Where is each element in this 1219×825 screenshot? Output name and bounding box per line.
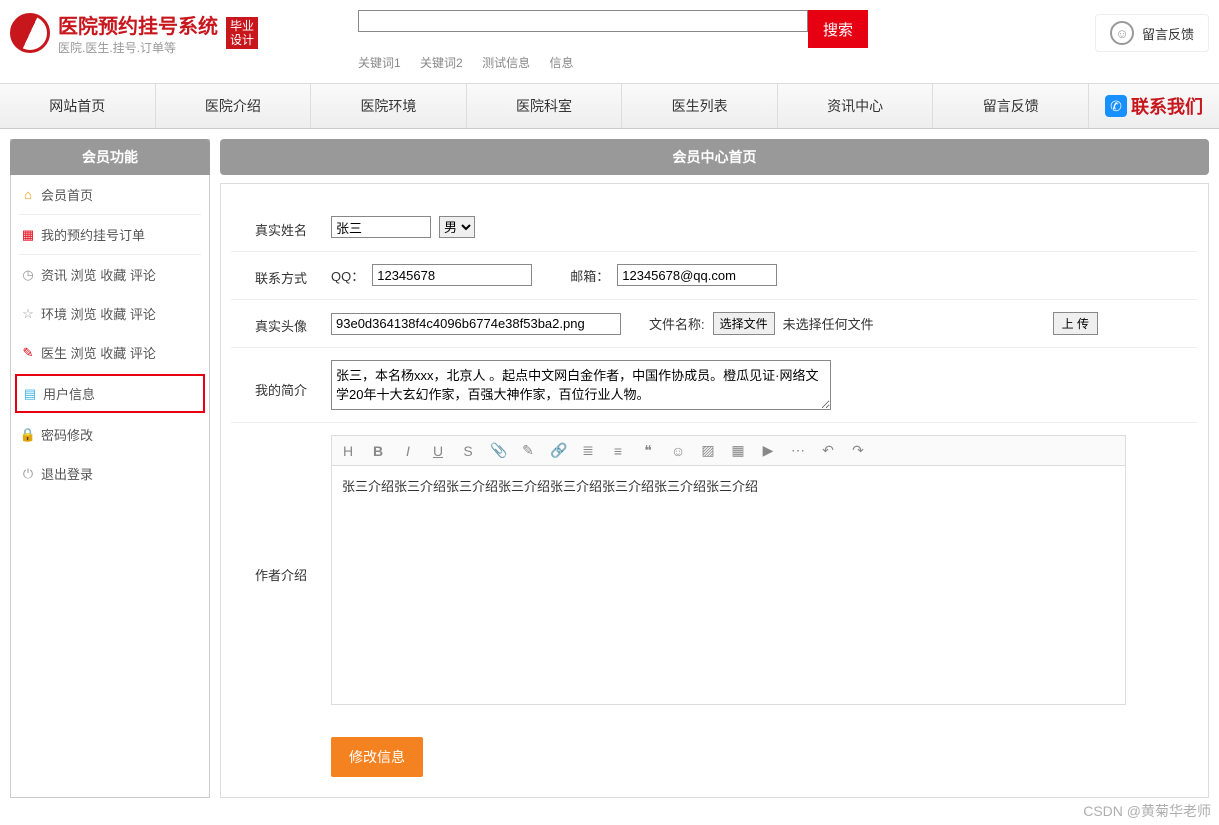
brush-icon[interactable]: ✎ bbox=[520, 442, 536, 459]
emoji-icon[interactable]: ☺ bbox=[670, 443, 686, 459]
nav-intro[interactable]: 医院介绍 bbox=[156, 84, 312, 128]
edit-icon: ✎ bbox=[21, 346, 35, 360]
row-author-intro: 作者介绍 H B I U S 📎 ✎ 🔗 ≣ ≡ ❝ ☺ bbox=[231, 423, 1198, 717]
label-qq: QQ： bbox=[331, 266, 364, 285]
sidebar-item-home[interactable]: ⌂ 会员首页 bbox=[11, 175, 209, 214]
sidebar-title: 会员功能 bbox=[10, 139, 210, 175]
grid-icon: ▦ bbox=[21, 228, 35, 242]
label-filename: 文件名称: bbox=[649, 314, 705, 333]
sidebar-item-doctor[interactable]: ✎ 医生 浏览 收藏 评论 bbox=[11, 333, 209, 372]
clock-icon: ◷ bbox=[21, 268, 35, 282]
align-icon[interactable]: ≡ bbox=[610, 443, 626, 459]
star-icon: ☆ bbox=[21, 307, 35, 321]
label-contact: 联系方式 bbox=[231, 264, 331, 287]
system-name: 医院预约挂号系统 bbox=[58, 10, 218, 39]
nav-dept[interactable]: 医院科室 bbox=[467, 84, 623, 128]
row-profile: 我的简介 张三，本名杨xxx，北京人 。起点中文网白金作者，中国作协成员。橙瓜见… bbox=[231, 348, 1198, 423]
input-qq[interactable] bbox=[372, 264, 532, 286]
textarea-profile[interactable]: 张三，本名杨xxx，北京人 。起点中文网白金作者，中国作协成员。橙瓜见证·网络文… bbox=[331, 360, 831, 410]
editor-toolbar: H B I U S 📎 ✎ 🔗 ≣ ≡ ❝ ☺ ▨ ▦ ▶ bbox=[331, 435, 1126, 465]
sidebar-item-userinfo[interactable]: ▤ 用户信息 bbox=[15, 374, 205, 413]
heading-icon[interactable]: H bbox=[340, 443, 356, 459]
list-icon[interactable]: ≣ bbox=[580, 442, 596, 459]
select-gender[interactable]: 男 bbox=[439, 216, 475, 238]
headset-icon: ☺ bbox=[1110, 21, 1134, 45]
row-realname: 真实姓名 男 bbox=[231, 204, 1198, 252]
input-avatar-file[interactable] bbox=[331, 313, 621, 335]
logo-icon bbox=[10, 13, 50, 53]
editor-content[interactable]: 张三介绍张三介绍张三介绍张三介绍张三介绍张三介绍张三介绍张三介绍 bbox=[331, 465, 1126, 705]
nav-home[interactable]: 网站首页 bbox=[0, 84, 156, 128]
more-icon[interactable]: ⋯ bbox=[790, 442, 806, 459]
label-realname: 真实姓名 bbox=[231, 216, 331, 239]
sidebar-item-password[interactable]: 🔒 密码修改 bbox=[11, 415, 209, 454]
input-realname[interactable] bbox=[331, 216, 431, 238]
italic-icon[interactable]: I bbox=[400, 443, 416, 459]
search-area: 搜索 关键词1 关键词2 测试信息 信息 bbox=[358, 10, 1095, 71]
label-avatar: 真实头像 bbox=[231, 312, 331, 335]
redo-icon[interactable]: ↷ bbox=[850, 442, 866, 459]
choose-file-button[interactable]: 选择文件 bbox=[713, 312, 775, 335]
attachment-icon[interactable]: 📎 bbox=[490, 442, 506, 459]
keywords: 关键词1 关键词2 测试信息 信息 bbox=[358, 54, 1095, 71]
keyword-link[interactable]: 信息 bbox=[549, 56, 573, 70]
row-avatar: 真实头像 文件名称: 选择文件 未选择任何文件 上 传 bbox=[231, 300, 1198, 348]
sidebar-item-env[interactable]: ☆ 环境 浏览 收藏 评论 bbox=[11, 294, 209, 333]
sidebar-item-logout[interactable]: ⏻ 退出登录 bbox=[11, 454, 209, 493]
phone-icon: ✆ bbox=[1105, 95, 1127, 117]
system-subtitle: 医院.医生.挂号.订单等 bbox=[58, 39, 218, 56]
nav-doctors[interactable]: 医生列表 bbox=[622, 84, 778, 128]
submit-button[interactable]: 修改信息 bbox=[331, 737, 423, 777]
navbar: 网站首页 医院介绍 医院环境 医院科室 医生列表 资讯中心 留言反馈 ✆ 联系我… bbox=[0, 83, 1219, 129]
keyword-link[interactable]: 测试信息 bbox=[482, 56, 530, 70]
link-icon[interactable]: 🔗 bbox=[550, 442, 566, 459]
undo-icon[interactable]: ↶ bbox=[820, 442, 836, 459]
feedback-button[interactable]: ☺ 留言反馈 bbox=[1095, 14, 1209, 52]
search-input[interactable] bbox=[358, 10, 808, 32]
video-icon[interactable]: ▶ bbox=[760, 442, 776, 459]
header: 医院预约挂号系统 医院.医生.挂号.订单等 毕业 设计 搜索 关键词1 关键词2… bbox=[0, 0, 1219, 71]
nav-feedback[interactable]: 留言反馈 bbox=[933, 84, 1089, 128]
label-email: 邮箱： bbox=[570, 266, 609, 285]
power-icon: ⏻ bbox=[21, 467, 35, 481]
badge: 毕业 设计 bbox=[226, 17, 258, 50]
keyword-link[interactable]: 关键词1 bbox=[358, 56, 401, 70]
no-file-text: 未选择任何文件 bbox=[783, 314, 874, 333]
sidebar-item-news[interactable]: ◷ 资讯 浏览 收藏 评论 bbox=[11, 255, 209, 294]
table-icon[interactable]: ▦ bbox=[730, 442, 746, 459]
label-profile: 我的简介 bbox=[231, 360, 331, 399]
search-button[interactable]: 搜索 bbox=[808, 10, 868, 48]
logo-area: 医院预约挂号系统 医院.医生.挂号.订单等 毕业 设计 bbox=[10, 10, 258, 56]
keyword-link[interactable]: 关键词2 bbox=[420, 56, 463, 70]
row-contact: 联系方式 QQ： 邮箱： bbox=[231, 252, 1198, 300]
sidebar-item-orders[interactable]: ▦ 我的预约挂号订单 bbox=[11, 215, 209, 254]
sidebar: 会员功能 ⌂ 会员首页 ▦ 我的预约挂号订单 ◷ 资讯 浏览 收藏 评论 ☆ 环… bbox=[10, 139, 210, 798]
lock-icon: 🔒 bbox=[21, 428, 35, 442]
home-icon: ⌂ bbox=[21, 188, 35, 202]
label-author-intro: 作者介绍 bbox=[231, 435, 331, 584]
bold-icon[interactable]: B bbox=[370, 443, 386, 459]
strike-icon[interactable]: S bbox=[460, 443, 476, 459]
main-content: 会员中心首页 真实姓名 男 联系方式 QQ： 邮箱： bbox=[220, 139, 1209, 798]
image-icon[interactable]: ▨ bbox=[700, 442, 716, 459]
input-email[interactable] bbox=[617, 264, 777, 286]
nav-news[interactable]: 资讯中心 bbox=[778, 84, 934, 128]
underline-icon[interactable]: U bbox=[430, 443, 446, 459]
main-title: 会员中心首页 bbox=[220, 139, 1209, 175]
nav-env[interactable]: 医院环境 bbox=[311, 84, 467, 128]
nav-contact[interactable]: ✆ 联系我们 bbox=[1089, 84, 1219, 128]
doc-icon: ▤ bbox=[23, 387, 37, 401]
quote-icon[interactable]: ❝ bbox=[640, 442, 656, 459]
upload-button[interactable]: 上 传 bbox=[1053, 312, 1098, 335]
